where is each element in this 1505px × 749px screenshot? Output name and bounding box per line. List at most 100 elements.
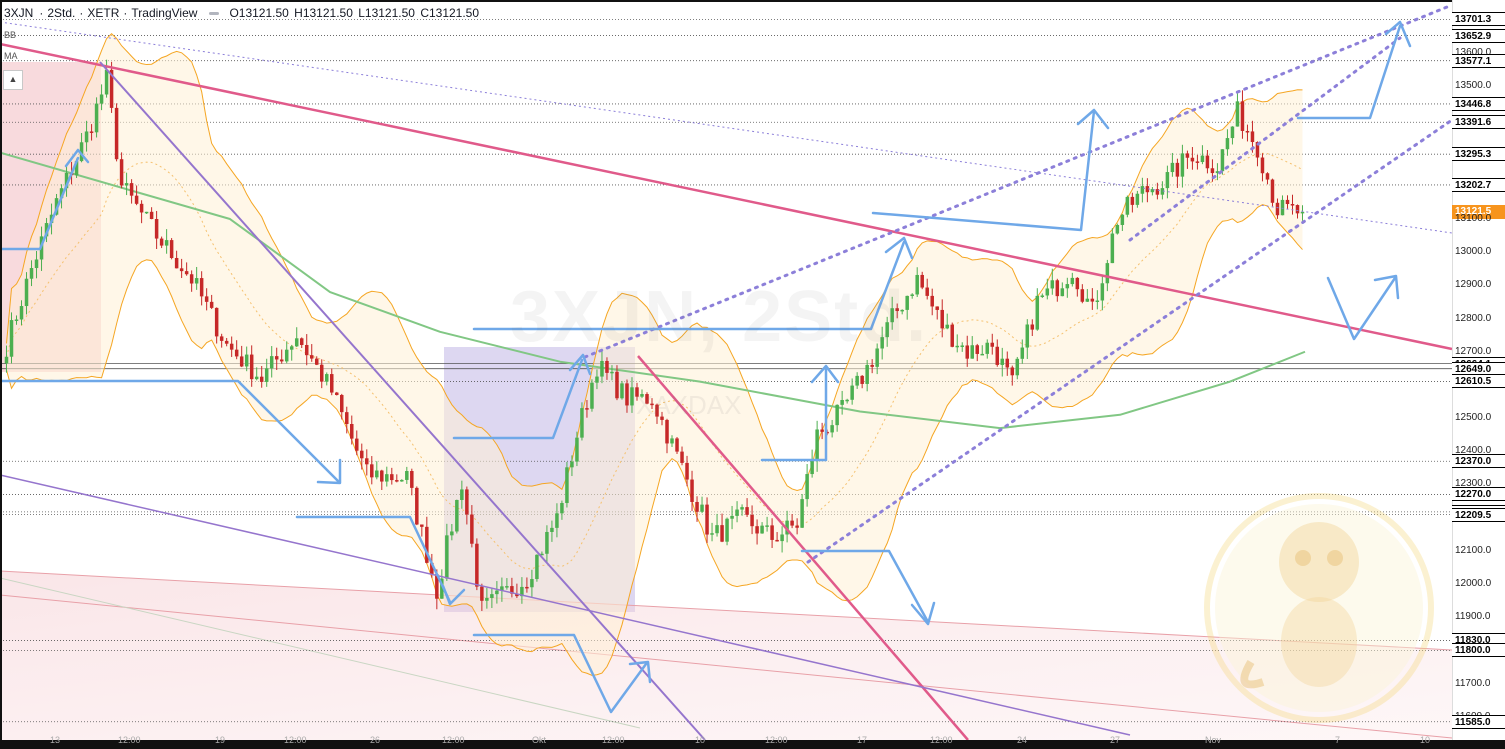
candle-body [254, 376, 259, 380]
candle-body [1135, 193, 1140, 205]
candle-body [224, 340, 229, 344]
candle-body [29, 268, 34, 279]
monkey-logo [1204, 493, 1434, 723]
time-label: 10 [1420, 735, 1431, 745]
candle-body [139, 203, 144, 213]
time-label: 12:00 [118, 735, 141, 745]
candle-body [169, 240, 174, 258]
ohlc-values: O13121.50 H13121.50 L13121.50 C13121.50 [229, 6, 481, 20]
candle-body [1110, 233, 1115, 264]
candle-body [144, 211, 149, 214]
candle-body [1175, 162, 1180, 177]
candle-body [319, 364, 324, 382]
candle-body [149, 211, 154, 220]
time-label: 10 [695, 735, 706, 745]
candle-body [1055, 280, 1060, 297]
time-label: 12:00 [930, 735, 953, 745]
candle-body [995, 346, 1000, 365]
candle-body [670, 438, 674, 444]
price-label: 11900.0 [1455, 611, 1491, 623]
candle-body [335, 392, 339, 395]
candle-body [1120, 214, 1125, 225]
candle-body [615, 371, 619, 399]
price-label: 13295.3 [1452, 147, 1505, 162]
candle-body [179, 268, 184, 272]
candle-body [1240, 101, 1245, 131]
price-label: 13701.3 [1452, 12, 1505, 27]
candle-body [330, 374, 334, 393]
candle-body [795, 525, 799, 528]
price-label: 13652.9 [1452, 28, 1505, 43]
price-label: 12100.0 [1455, 544, 1492, 556]
chart-header: 3XJN · 2Std. · XETR · TradingView O13121… [4, 6, 481, 20]
chart-watermark: 3XJN, 2Std. [510, 277, 929, 357]
candle-body [505, 586, 509, 588]
time-label: 13 [50, 735, 61, 745]
indicator-bb-label[interactable]: BB [4, 30, 16, 40]
time-label: 12:00 [284, 735, 307, 745]
candle-body [445, 535, 449, 579]
candle-body [1230, 126, 1235, 139]
candle-body [830, 425, 834, 433]
candle-body [1000, 358, 1005, 365]
candle-body [455, 499, 459, 532]
candle-body [625, 383, 629, 406]
time-axis-bar [0, 740, 1505, 749]
candle-body [219, 336, 224, 341]
candle-body [770, 525, 774, 540]
candle-body [410, 471, 414, 488]
low-value: L13121.50 [358, 6, 415, 20]
interval-label[interactable]: 2Std. [47, 6, 75, 20]
candle-body [390, 474, 394, 481]
candle-body [99, 94, 104, 104]
candle-body [1245, 130, 1250, 133]
candle [1270, 178, 1275, 207]
candle-body [1095, 300, 1100, 302]
candle-body [1260, 157, 1265, 174]
candle-body [154, 219, 159, 239]
candle-body [309, 355, 314, 359]
candle-body [1270, 179, 1275, 203]
candle-body [745, 507, 749, 515]
visibility-icon[interactable] [209, 11, 220, 15]
candle-body [189, 274, 194, 284]
candle-body [610, 371, 614, 374]
candle-body [314, 358, 319, 365]
price-label: 13446.8 [1452, 96, 1505, 111]
frame-top [0, 0, 1505, 2]
symbol-label[interactable]: 3XJN [4, 6, 33, 20]
candle-body [385, 474, 389, 482]
candle-body [690, 479, 694, 502]
candle-body [585, 408, 589, 410]
collapse-indicators-button[interactable]: ▲ [3, 70, 23, 90]
candle-body [740, 507, 744, 510]
candle-body [940, 309, 944, 329]
candle-body [204, 296, 209, 302]
candle-body [945, 324, 949, 329]
indicator-ma-label[interactable]: MA [4, 51, 18, 61]
candle-body [565, 467, 569, 504]
candle-body [400, 479, 404, 482]
candle-body [580, 408, 584, 438]
candle-body [955, 345, 959, 348]
candle-body [805, 474, 809, 500]
candle-body [420, 524, 424, 527]
candle-body [214, 307, 219, 337]
platform-label: TradingView [131, 6, 198, 20]
candle [1235, 90, 1240, 127]
candle-body [1265, 173, 1270, 180]
candle-body [865, 364, 869, 384]
candle [475, 538, 479, 591]
candle-body [705, 504, 709, 535]
candle-body [595, 376, 599, 383]
candle-body [630, 387, 634, 406]
candle [590, 379, 594, 412]
time-label: 12:00 [442, 735, 465, 745]
candle-body [735, 509, 739, 516]
candle-body [1035, 295, 1040, 330]
exchange-label: XETR [87, 6, 120, 20]
candle-body [1075, 277, 1080, 290]
candle-body [1195, 161, 1200, 163]
candle-body [1060, 288, 1065, 297]
candle-body [304, 344, 309, 356]
